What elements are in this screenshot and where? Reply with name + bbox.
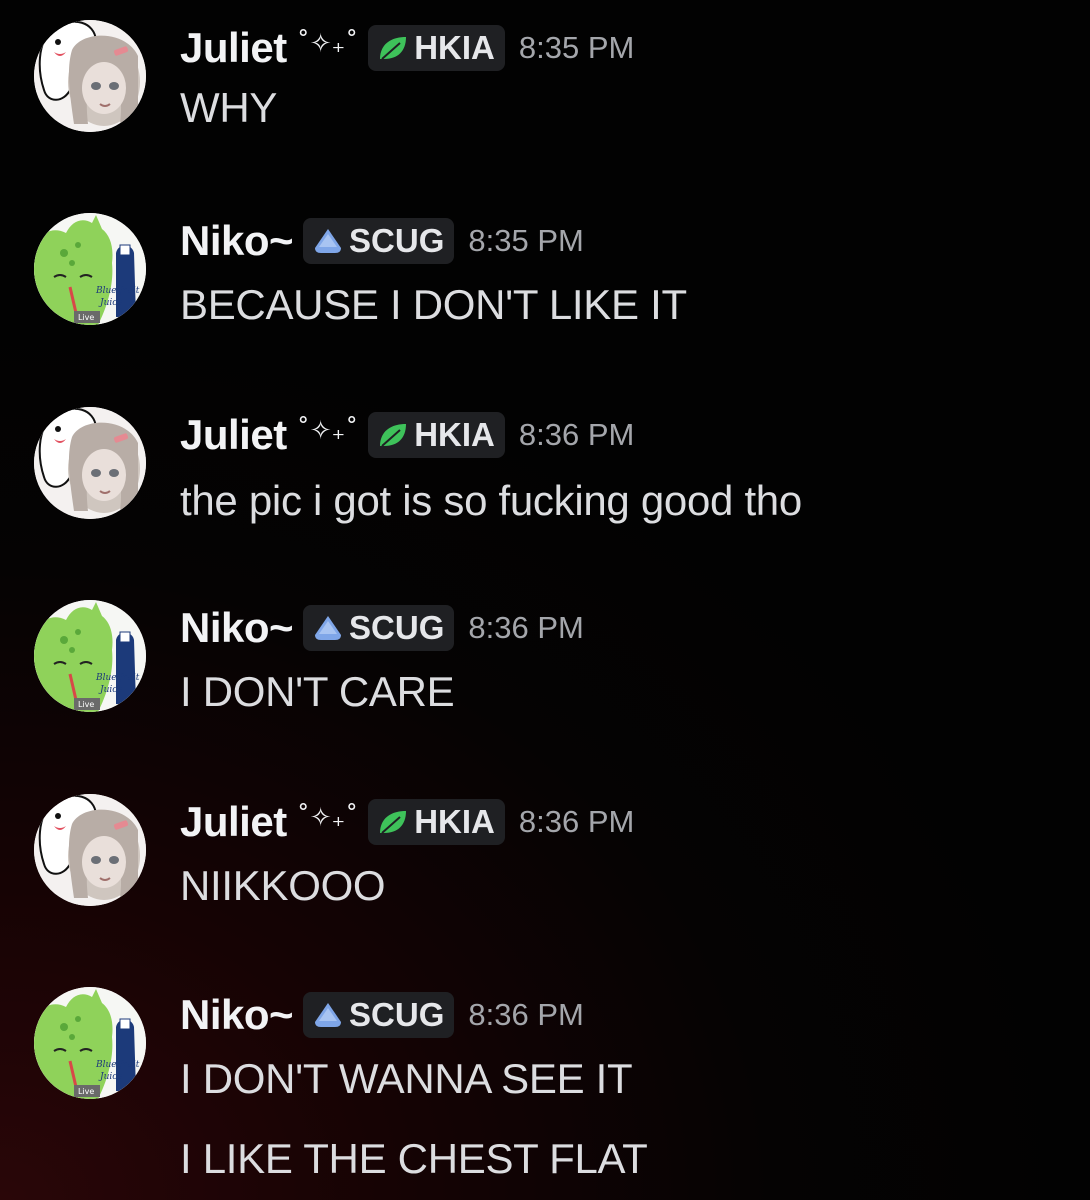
juliet-avatar-icon — [34, 20, 146, 132]
juliet-avatar[interactable] — [34, 20, 146, 132]
message-text: I DON'T CARE — [180, 668, 455, 715]
leaf-icon — [376, 420, 410, 450]
message-text: BECAUSE I DON'T LIKE IT — [180, 281, 687, 328]
bottle-label: Juice — [98, 1072, 123, 1082]
timestamp: 8:36 PM — [518, 417, 635, 452]
niko-avatar-icon: Blue fruit Juice Live — [34, 213, 146, 325]
server-tag-label: HKIA — [414, 803, 495, 840]
bottle-label: Blue fruit — [95, 286, 140, 296]
server-tag-label: SCUG — [349, 996, 445, 1033]
message-header: Niko~ SCUG 8:36 PM — [180, 987, 584, 1043]
chat-log: Juliet ˚✧₊˚ HKIA 8:35 PM WHY Blue fruit … — [0, 0, 1090, 1200]
server-tag[interactable]: SCUG — [303, 218, 455, 264]
server-tag-label: SCUG — [349, 609, 445, 646]
niko-avatar-icon: Blue fruit Juice Live — [34, 987, 146, 1099]
message-text: I DON'T WANNA SEE IT — [180, 1055, 633, 1102]
niko-avatar[interactable]: Blue fruit Juice Live — [34, 987, 146, 1099]
server-tag[interactable]: SCUG — [303, 605, 455, 651]
bottle-label: Blue fruit — [95, 1060, 140, 1070]
drop-icon — [311, 226, 345, 256]
niko-avatar[interactable]: Blue fruit Juice Live — [34, 213, 146, 325]
timestamp: 8:36 PM — [468, 997, 584, 1032]
bottle-label: Blue fruit — [95, 673, 140, 683]
leaf-icon — [376, 807, 410, 837]
juliet-avatar-icon — [34, 407, 146, 519]
niko-avatar-icon: Blue fruit Juice Live — [34, 600, 146, 712]
username-decoration: ˚✧₊˚ — [296, 29, 359, 59]
niko-avatar[interactable]: Blue fruit Juice Live — [34, 600, 146, 712]
leaf-icon — [376, 33, 410, 63]
message-header: Niko~ SCUG 8:36 PM — [180, 600, 584, 656]
username[interactable]: Niko~ — [180, 991, 294, 1039]
username-decoration: ˚✧₊˚ — [296, 416, 359, 446]
timestamp: 8:35 PM — [518, 30, 635, 65]
message-header: Juliet ˚✧₊˚ HKIA 8:36 PM — [180, 407, 634, 463]
juliet-avatar-icon — [34, 794, 146, 906]
server-tag[interactable]: SCUG — [303, 992, 455, 1038]
server-tag-label: SCUG — [349, 222, 445, 259]
juliet-avatar[interactable] — [34, 407, 146, 519]
timestamp: 8:36 PM — [468, 610, 584, 645]
message-text: I LIKE THE CHEST FLAT — [180, 1135, 648, 1182]
message-text: WHY — [180, 84, 278, 131]
server-tag-label: HKIA — [414, 416, 495, 453]
message-header: Juliet ˚✧₊˚ HKIA 8:35 PM — [180, 20, 634, 76]
bottle-label: Juice — [98, 298, 123, 308]
server-tag[interactable]: HKIA — [368, 412, 505, 458]
username[interactable]: Juliet — [180, 798, 287, 846]
message-text: the pic i got is so fucking good tho — [180, 477, 802, 524]
message-header: Niko~ SCUG 8:35 PM — [180, 213, 584, 269]
message-header: Juliet ˚✧₊˚ HKIA 8:36 PM — [180, 794, 634, 850]
bottle-label: Juice — [98, 685, 123, 695]
timestamp: 8:35 PM — [468, 223, 584, 258]
live-badge: Live — [78, 1087, 94, 1096]
username[interactable]: Niko~ — [180, 217, 294, 265]
server-tag[interactable]: HKIA — [368, 799, 505, 845]
message-text: NIIKKOOO — [180, 862, 386, 909]
server-tag-label: HKIA — [414, 29, 495, 66]
username[interactable]: Niko~ — [180, 604, 294, 652]
username[interactable]: Juliet — [180, 24, 287, 72]
drop-icon — [311, 613, 345, 643]
server-tag[interactable]: HKIA — [368, 25, 505, 71]
username[interactable]: Juliet — [180, 411, 287, 459]
timestamp: 8:36 PM — [518, 804, 635, 839]
username-decoration: ˚✧₊˚ — [296, 803, 359, 833]
live-badge: Live — [78, 313, 94, 322]
drop-icon — [311, 1000, 345, 1030]
juliet-avatar[interactable] — [34, 794, 146, 906]
live-badge: Live — [78, 700, 94, 709]
